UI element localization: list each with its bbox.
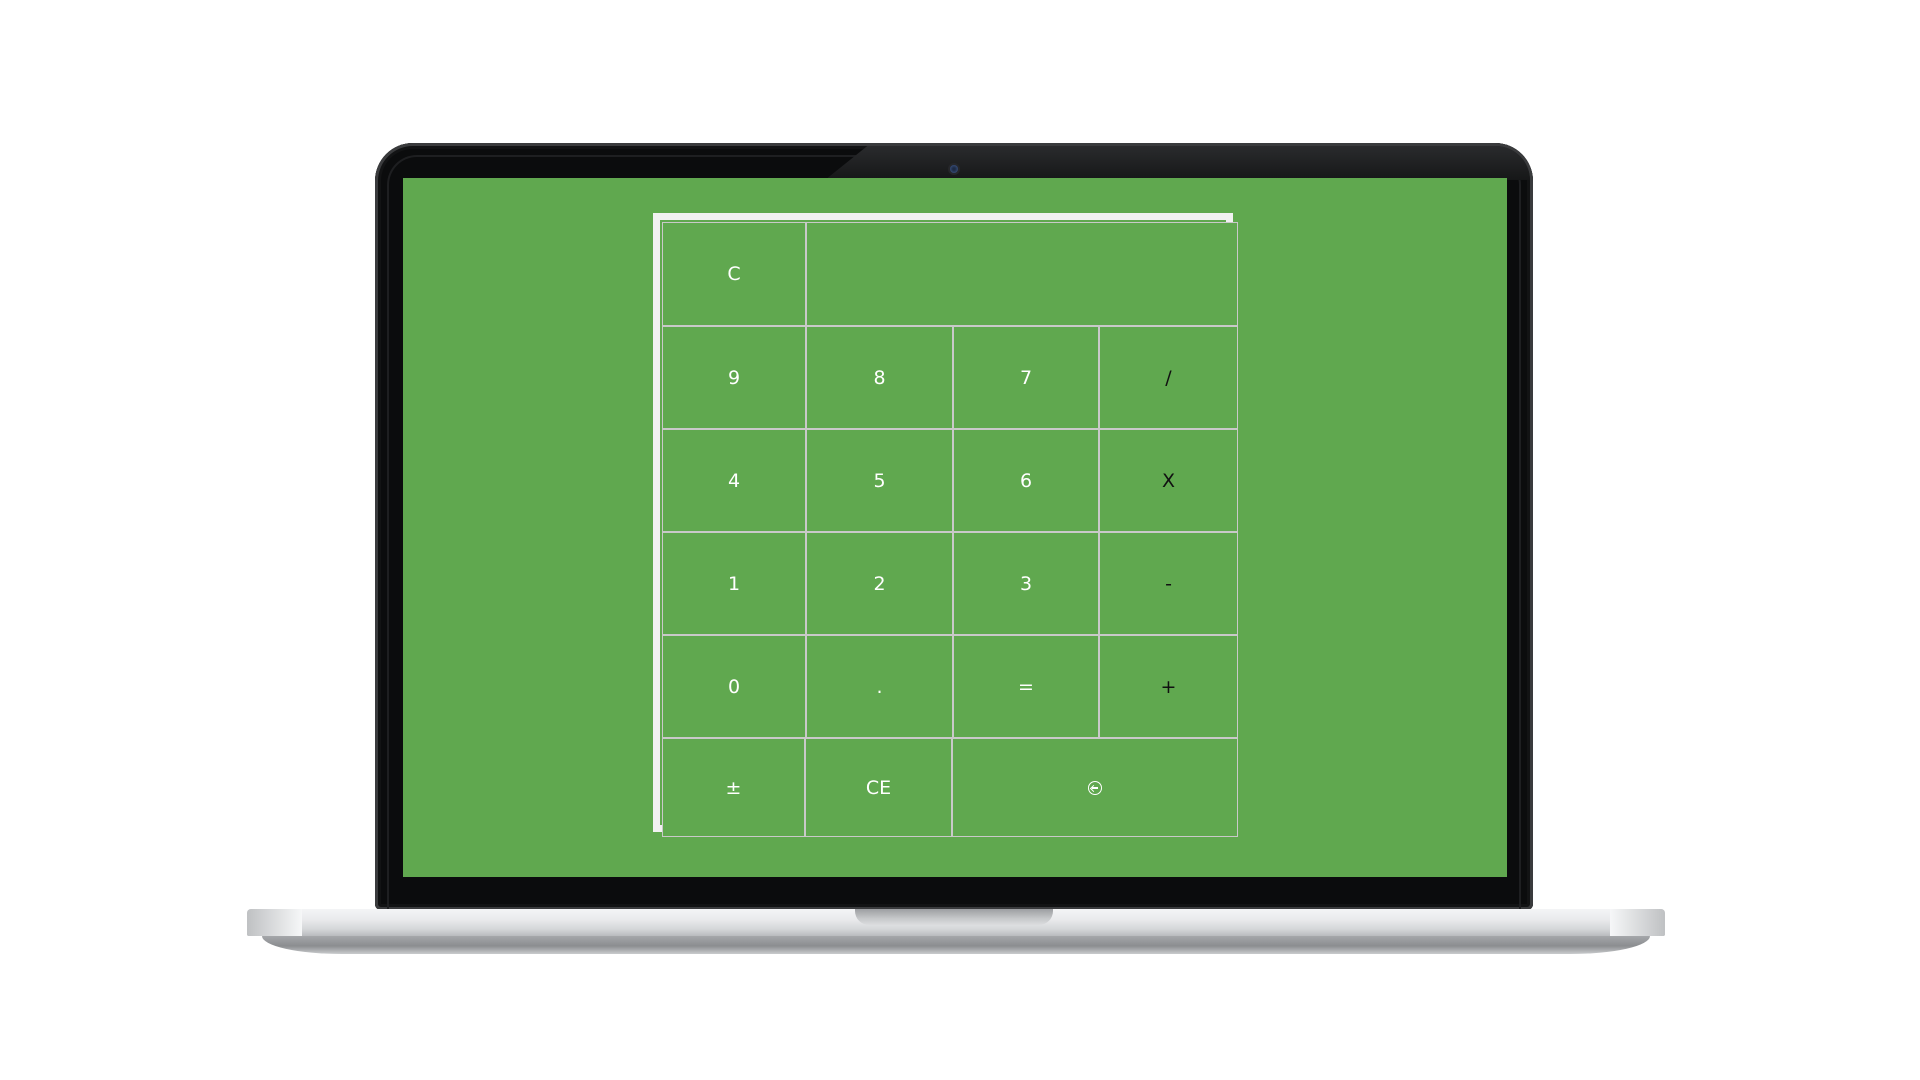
decimal-button[interactable]: . <box>806 635 953 738</box>
key-6-button[interactable]: 6 <box>953 429 1099 532</box>
backspace-icon <box>1088 780 1102 795</box>
bezel-glare <box>825 146 1530 180</box>
base-opening-notch <box>855 909 1053 925</box>
key-4-button[interactable]: 4 <box>662 429 806 532</box>
multiply-button[interactable]: X <box>1099 429 1238 532</box>
key-2-button[interactable]: 2 <box>806 532 953 635</box>
subtract-button[interactable]: - <box>1099 532 1238 635</box>
base-right-gloss <box>1610 909 1665 936</box>
divide-button[interactable]: / <box>1099 326 1238 429</box>
clear-button[interactable]: C <box>662 222 806 326</box>
laptop-lid: C 9 8 7 / 4 5 6 X 1 2 3 - 0 . = + ± CE <box>375 143 1533 910</box>
clear-entry-button[interactable]: CE <box>805 738 952 837</box>
key-3-button[interactable]: 3 <box>953 532 1099 635</box>
base-underside <box>262 936 1650 954</box>
equals-button[interactable]: = <box>953 635 1099 738</box>
plus-minus-button[interactable]: ± <box>662 738 805 837</box>
base-left-gloss <box>247 909 302 936</box>
key-7-button[interactable]: 7 <box>953 326 1099 429</box>
calculator: C 9 8 7 / 4 5 6 X 1 2 3 - 0 . = + ± CE <box>653 213 1238 837</box>
key-9-button[interactable]: 9 <box>662 326 806 429</box>
laptop-mockup: C 9 8 7 / 4 5 6 X 1 2 3 - 0 . = + ± CE <box>0 0 1920 1080</box>
add-button[interactable]: + <box>1099 635 1238 738</box>
key-1-button[interactable]: 1 <box>662 532 806 635</box>
screen: C 9 8 7 / 4 5 6 X 1 2 3 - 0 . = + ± CE <box>403 178 1507 877</box>
calculator-keypad: C 9 8 7 / 4 5 6 X 1 2 3 - 0 . = + ± CE <box>662 222 1238 837</box>
key-5-button[interactable]: 5 <box>806 429 953 532</box>
backspace-button[interactable] <box>952 738 1238 837</box>
calculator-display <box>806 222 1238 326</box>
camera-icon <box>950 165 958 173</box>
key-0-button[interactable]: 0 <box>662 635 806 738</box>
key-8-button[interactable]: 8 <box>806 326 953 429</box>
